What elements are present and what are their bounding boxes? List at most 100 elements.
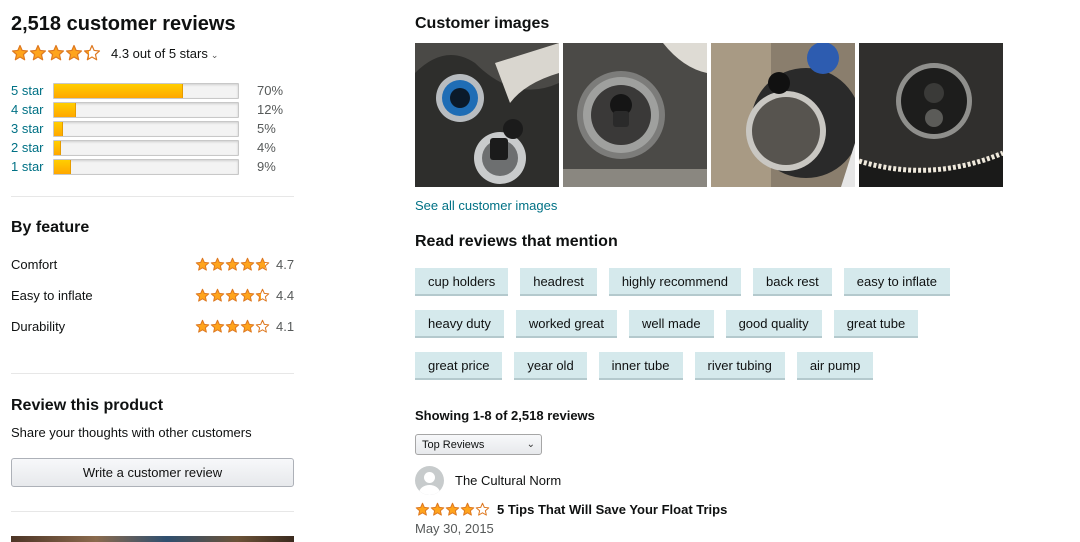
sort-dropdown[interactable]: Top Reviews ⌄: [415, 434, 542, 455]
histogram-label[interactable]: 2 star: [11, 140, 53, 155]
feature-name: Comfort: [11, 256, 58, 272]
mention-chip[interactable]: river tubing: [694, 352, 785, 380]
star-icon: [255, 319, 270, 333]
star-icon: [210, 319, 225, 333]
histogram-row-4[interactable]: 4 star 12%: [11, 100, 294, 119]
overall-rating-text: 4.3 out of 5 stars: [111, 45, 208, 61]
histogram-bar[interactable]: [53, 101, 239, 118]
star-icon: [475, 502, 490, 516]
histogram-percent[interactable]: 4%: [257, 140, 276, 155]
histogram-fill: [54, 140, 62, 155]
histogram-fill: [54, 102, 77, 117]
avatar[interactable]: [415, 466, 444, 495]
feature-name: Easy to inflate: [11, 287, 93, 303]
mention-chip[interactable]: great tube: [833, 310, 919, 338]
showing-count: Showing 1-8 of 2,518 reviews: [415, 408, 595, 423]
sort-selected-value: Top Reviews: [422, 438, 485, 451]
histogram-percent[interactable]: 12%: [257, 102, 283, 117]
review-title[interactable]: 5 Tips That Will Save Your Float Trips: [497, 502, 727, 517]
histogram-fill: [54, 159, 71, 174]
mention-chip[interactable]: well made: [629, 310, 714, 338]
by-feature-heading: By feature: [11, 219, 90, 236]
see-all-images-link[interactable]: See all customer images: [415, 198, 557, 213]
histogram-label[interactable]: 4 star: [11, 102, 53, 117]
overall-stars: [11, 44, 101, 62]
customer-image-1[interactable]: [415, 43, 559, 187]
star-icon: [240, 319, 255, 333]
star-icon: [65, 44, 83, 61]
total-reviews-heading: 2,518 customer reviews: [11, 13, 236, 35]
histogram-label[interactable]: 5 star: [11, 83, 53, 98]
chevron-down-icon: ⌄: [526, 439, 535, 450]
star-icon: [195, 319, 210, 333]
histogram-bar[interactable]: [53, 120, 239, 137]
histogram-bar[interactable]: [53, 82, 239, 99]
histogram-row-2[interactable]: 2 star 4%: [11, 138, 294, 157]
mention-chip[interactable]: great price: [415, 352, 503, 380]
write-review-button[interactable]: Write a customer review: [11, 458, 294, 487]
star-icon: [430, 502, 445, 516]
mention-chip[interactable]: heavy duty: [415, 310, 504, 338]
feature-score: 4.7: [276, 256, 295, 272]
customer-image-strip: [415, 43, 1003, 187]
product-image-partial[interactable]: [11, 536, 294, 542]
chip-row: cup holders headrest highly recommend ba…: [415, 268, 1055, 296]
histogram-percent[interactable]: 9%: [257, 159, 276, 174]
overall-rating[interactable]: 4.3 out of 5 stars ⌄: [11, 44, 218, 62]
mention-chip[interactable]: air pump: [796, 352, 874, 380]
mention-chip[interactable]: cup holders: [415, 268, 509, 296]
mention-chip[interactable]: year old: [514, 352, 587, 380]
star-icon: [47, 44, 65, 61]
review-date: May 30, 2015: [415, 521, 494, 536]
star-icon: [225, 288, 240, 302]
histogram-bar[interactable]: [53, 139, 239, 156]
mention-chip[interactable]: worked great: [515, 310, 618, 338]
reviewer-profile[interactable]: The Cultural Norm: [415, 466, 561, 495]
feature-row-comfort: Comfort 4.7: [11, 254, 294, 274]
star-icon: [210, 288, 225, 302]
mention-chip[interactable]: inner tube: [598, 352, 683, 380]
star-icon: [415, 502, 430, 516]
histogram-row-5[interactable]: 5 star 70%: [11, 81, 294, 100]
feature-stars: [195, 319, 270, 334]
mention-chip[interactable]: easy to inflate: [843, 268, 950, 296]
mention-chip[interactable]: headrest: [520, 268, 597, 296]
review-stars[interactable]: [415, 502, 490, 517]
histogram-label[interactable]: 1 star: [11, 159, 53, 174]
star-icon: [29, 44, 47, 61]
feature-name: Durability: [11, 318, 66, 334]
star-icon: [255, 257, 270, 271]
histogram-bar[interactable]: [53, 158, 239, 175]
overall-rating-popover[interactable]: 4.3 out of 5 stars ⌄: [111, 46, 218, 61]
star-icon: [195, 288, 210, 302]
customer-images-heading: Customer images: [415, 15, 550, 32]
star-icon: [240, 288, 255, 302]
customer-image-4[interactable]: [859, 43, 1003, 187]
star-icon: [210, 257, 225, 271]
histogram-percent[interactable]: 70%: [257, 83, 283, 98]
divider: [11, 196, 294, 197]
customer-image-2[interactable]: [563, 43, 707, 187]
feature-score: 4.4: [276, 287, 295, 303]
histogram-fill: [54, 83, 183, 98]
reviewer-name[interactable]: The Cultural Norm: [455, 473, 561, 488]
chip-row: heavy duty worked great well made good q…: [415, 310, 1055, 338]
histogram-row-1[interactable]: 1 star 9%: [11, 157, 294, 176]
histogram-label[interactable]: 3 star: [11, 121, 53, 136]
mention-chip[interactable]: good quality: [725, 310, 822, 338]
histogram-percent[interactable]: 5%: [257, 121, 276, 136]
feature-row-easy-to-inflate: Easy to inflate 4.4: [11, 285, 294, 305]
histogram-fill: [54, 121, 64, 136]
feature-stars: [195, 288, 270, 303]
star-icon: [240, 257, 255, 271]
mention-chip[interactable]: highly recommend: [608, 268, 742, 296]
histogram-row-3[interactable]: 3 star 5%: [11, 119, 294, 138]
customer-image-3[interactable]: [711, 43, 855, 187]
feature-stars: [195, 257, 270, 272]
review-product-subtitle: Share your thoughts with other customers: [11, 425, 252, 440]
review-header: 5 Tips That Will Save Your Float Trips: [415, 502, 727, 517]
mention-chip[interactable]: back rest: [753, 268, 832, 296]
chip-row: great price year old inner tube river tu…: [415, 352, 1055, 380]
star-icon: [225, 257, 240, 271]
mentions-heading: Read reviews that mention: [415, 233, 618, 250]
